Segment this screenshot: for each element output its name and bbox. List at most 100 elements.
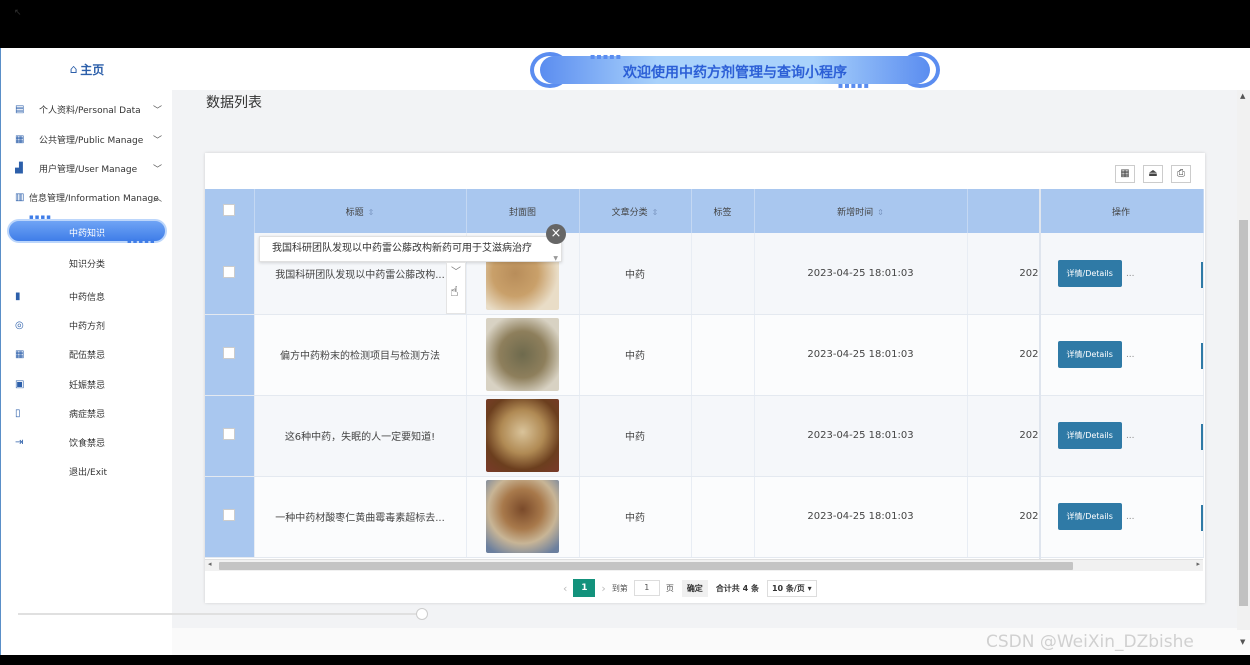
bookmark-icon: ▮ [15, 290, 21, 302]
calendar-icon: ▦ [15, 348, 25, 360]
home-label: 主页 [80, 62, 105, 77]
sidebar-item-label: 饮食禁忌 [69, 438, 106, 449]
column-header-clipped [967, 189, 1040, 233]
title-cell: 一种中药材酸枣仁黄曲霉毒素超标去... [254, 476, 467, 558]
column-label: 文章分类 [611, 207, 648, 218]
sidebar: ⌂ 主页 ▤ 个人资料/Personal Data ﹀ ▦ 公共管理/Publi… [0, 48, 172, 655]
document-icon: ▤ [15, 103, 25, 115]
chevron-down-icon: ﹀ [153, 135, 163, 146]
category-cell: 中药 [579, 476, 692, 558]
menu-public-manage[interactable]: ▦ 公共管理/Public Manage ﹀ [1, 128, 173, 150]
sidebar-item-knowledge-category[interactable]: 知识分类 [1, 252, 173, 274]
added-time-cell: 2023-04-25 18:01:03 [754, 314, 968, 396]
export-icon[interactable]: ⏏ [1143, 165, 1163, 183]
banner-title: 欢迎使用中药方剂管理与查询小程序 [623, 65, 847, 81]
prev-page-icon[interactable]: ‹ [563, 582, 567, 595]
hand-cursor-icon: ☝ [450, 284, 459, 300]
cover-cell [466, 395, 580, 477]
menu-information-manage[interactable]: ▥ 信息管理/Information Manage ︿ [1, 186, 173, 208]
columns-icon[interactable]: ▦ [1115, 165, 1135, 183]
clipboard-icon: ▦ [15, 133, 25, 145]
details-button[interactable]: 详情/Details [1057, 259, 1122, 287]
more-ellipsis: ... [1125, 268, 1135, 279]
banner-dots-top: ▪▪▪▪▪ [590, 52, 623, 61]
close-icon[interactable]: × [546, 224, 566, 244]
scroll-left-icon[interactable]: ◂ [208, 560, 212, 568]
title-cell: 偏方中药粉末的检测项目与检测方法 [254, 314, 467, 396]
row-checkbox[interactable] [223, 428, 236, 440]
table-row: 一种中药材酸枣仁黄曲霉毒素超标去... 中药 2023-04-25 18:01:… [205, 476, 1204, 558]
menu-user-manage[interactable]: ▟ 用户管理/User Manage ﹀ [1, 157, 173, 179]
page-size-value: 10 条/页 [771, 583, 805, 593]
details-button[interactable]: 详情/Details [1057, 341, 1122, 368]
horizontal-scrollbar[interactable]: ◂ ▸ [205, 559, 1203, 571]
goto-confirm-button[interactable]: 确定 [681, 579, 708, 597]
sidebar-item-tcm-info[interactable]: ▮ 中药信息 [1, 285, 173, 307]
ops-cell: 详情/Details... [1039, 476, 1204, 558]
column-header-added-time[interactable]: 新增时间 ⇕ [754, 189, 968, 233]
row-select-cell [205, 233, 255, 315]
sidebar-item-label: 中药方剂 [69, 321, 106, 332]
page-unit-label: 页 [665, 583, 674, 593]
sidebar-item-tcm-prescription[interactable]: ◎ 中药方剂 [1, 314, 173, 336]
scroll-up-icon[interactable]: ▲ [1240, 92, 1245, 100]
sidebar-item-compatibility-taboo[interactable]: ▦ 配伍禁忌 [1, 343, 173, 365]
table-toolbar: ▦ ⏏ ⎙ [1115, 165, 1191, 183]
active-dots-bottom: ▪▪▪▪▪ [127, 237, 156, 245]
cover-image [486, 480, 559, 553]
select-all-checkbox[interactable] [223, 203, 236, 216]
logout-icon: ⇥ [15, 436, 24, 448]
book-icon: ▯ [15, 407, 21, 419]
total-count: 合计共 4 条 [715, 583, 759, 593]
home-icon: ⌂ [69, 62, 78, 76]
column-header-category[interactable]: 文章分类 ⇕ [579, 189, 692, 233]
tags-cell [691, 395, 755, 477]
row-checkbox[interactable] [223, 265, 236, 278]
menu-label: 个人资料/Personal Data [39, 105, 141, 116]
page-size-select[interactable]: 10 条/页 ▾ [766, 579, 817, 597]
sidebar-item-pregnancy-taboo[interactable]: ▣ 妊娠禁忌 [1, 373, 173, 395]
user-search-icon: ◎ [15, 319, 24, 331]
row-edge-marker [1201, 505, 1203, 531]
row-checkbox[interactable] [223, 347, 236, 359]
clipped-cell: 202 [967, 314, 1040, 396]
added-time-cell: 2023-04-25 18:01:03 [754, 233, 968, 315]
top-header: ▪▪▪▪▪ ▪▪▪▪▪ 欢迎使用中药方剂管理与查询小程序 [172, 48, 1250, 90]
chevron-up-icon: ︿ [153, 193, 163, 204]
row-edge-marker [1201, 262, 1203, 288]
chevron-down-icon: ﹀ [451, 267, 461, 278]
added-time-cell: 2023-04-25 18:01:03 [754, 395, 968, 477]
row-edge-marker [1201, 424, 1203, 450]
slider-handle[interactable] [416, 608, 428, 620]
chevron-down-icon: ﹀ [153, 105, 163, 116]
next-page-icon[interactable]: › [601, 582, 605, 595]
menu-personal-data[interactable]: ▤ 个人资料/Personal Data ﹀ [1, 98, 173, 120]
scrollbar-thumb[interactable] [219, 562, 1073, 570]
page-title: 数据列表 [206, 95, 262, 111]
row-select-cell [205, 314, 255, 396]
column-header-title[interactable]: 标题 ⇕ [254, 189, 467, 233]
scroll-down-icon[interactable]: ▼ [1240, 638, 1245, 646]
clipped-text: 202 [1019, 349, 1039, 360]
goto-page-input[interactable]: 1 [633, 580, 660, 596]
ops-cell: 详情/Details... [1039, 233, 1204, 315]
sidebar-item-label: 知识分类 [69, 259, 106, 270]
column-header-tags: 标签 [691, 189, 755, 233]
sidebar-item-disease-taboo[interactable]: ▯ 病症禁忌 [1, 402, 173, 424]
scroll-right-icon[interactable]: ▸ [1196, 560, 1200, 568]
column-label: 标签 [713, 207, 732, 218]
sort-icon: ⇕ [367, 207, 375, 217]
menu-label: 信息管理/Information Manage [29, 193, 159, 204]
row-checkbox[interactable] [223, 509, 236, 521]
scrollbar-thumb[interactable] [1239, 220, 1248, 606]
vertical-scrollbar[interactable]: ▲ ▼ [1237, 90, 1250, 646]
tooltip-scroll-arrow: ▼ [553, 255, 558, 262]
details-button[interactable]: 详情/Details [1057, 422, 1122, 449]
sidebar-item-exit[interactable]: 退出/Exit [1, 460, 173, 482]
details-button[interactable]: 详情/Details [1057, 503, 1122, 530]
tags-cell [691, 233, 755, 315]
page-number-current[interactable]: 1 [573, 579, 596, 597]
print-icon[interactable]: ⎙ [1171, 165, 1191, 183]
sidebar-item-diet-taboo[interactable]: ⇥ 饮食禁忌 [1, 431, 173, 453]
home-link[interactable]: ⌂ 主页 [1, 48, 173, 90]
